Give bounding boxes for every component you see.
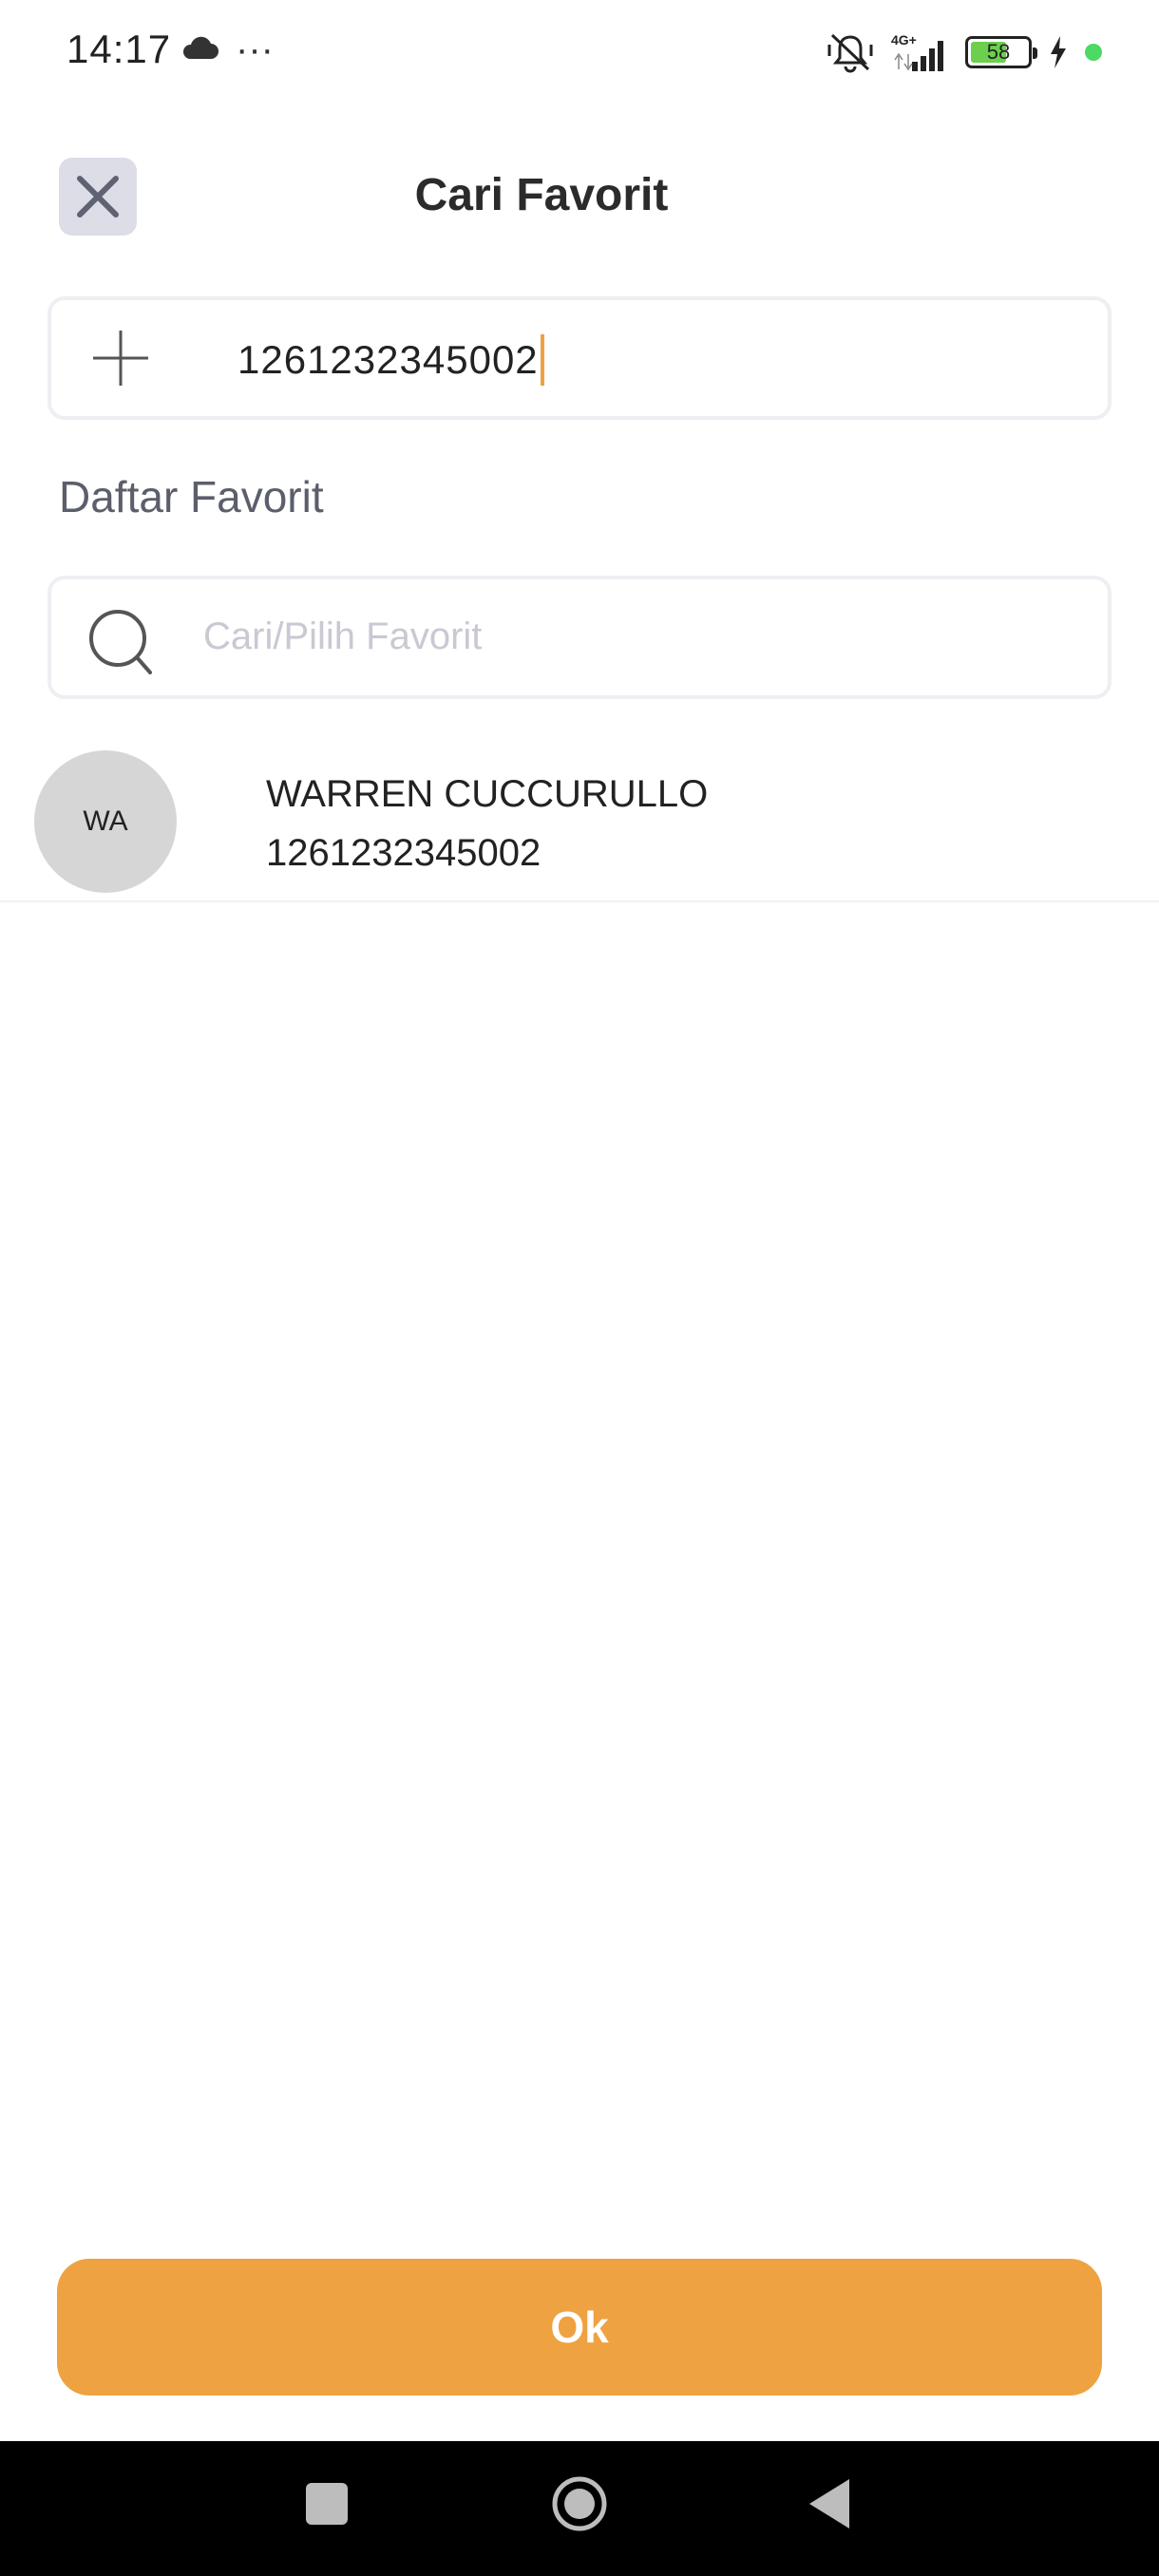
favorite-name: WARREN CUCCURULLO xyxy=(266,773,709,815)
cloud-icon xyxy=(182,36,218,59)
search-icon xyxy=(89,610,152,674)
account-number-value: 1261232345002 xyxy=(238,337,539,382)
back-button[interactable] xyxy=(808,2477,851,2530)
home-button[interactable] xyxy=(551,2475,608,2532)
navigation-bar xyxy=(0,2441,1159,2576)
signal-icon: 4G+ xyxy=(891,32,943,71)
status-time: 14:17 xyxy=(66,27,172,71)
avatar: WA xyxy=(34,750,177,893)
text-caret xyxy=(540,334,544,386)
screen: 14:17 ··· 4G+ 58 Cari Favorit 1261232345… xyxy=(0,0,1159,2576)
account-number-input[interactable]: 1261232345002 xyxy=(238,334,544,386)
status-icons: 4G+ 58 xyxy=(826,28,1102,76)
battery-icon: 58 xyxy=(965,36,1037,68)
plus-icon[interactable] xyxy=(91,329,150,388)
svg-text:4G+: 4G+ xyxy=(891,32,917,47)
favorite-number: 1261232345002 xyxy=(266,832,542,874)
favorite-search-field[interactable]: Cari/Pilih Favorit xyxy=(48,576,1112,699)
page-title: Cari Favorit xyxy=(414,170,669,220)
favorite-list-item[interactable]: WA WARREN CUCCURULLO 1261232345002 xyxy=(0,745,1159,902)
favorites-section-title: Daftar Favorit xyxy=(59,472,324,521)
recent-apps-button[interactable] xyxy=(306,2483,348,2525)
account-number-field[interactable]: 1261232345002 xyxy=(48,296,1112,420)
charging-icon xyxy=(1051,36,1066,68)
status-bar: 14:17 ··· 4G+ 58 xyxy=(0,0,1159,104)
more-dots-icon: ··· xyxy=(236,28,274,70)
mute-vibrate-icon xyxy=(827,33,873,73)
privacy-indicator-dot xyxy=(1085,44,1102,61)
ok-button[interactable]: Ok xyxy=(57,2259,1102,2396)
battery-level: 58 xyxy=(986,40,1011,64)
search-input[interactable]: Cari/Pilih Favorit xyxy=(203,616,482,658)
